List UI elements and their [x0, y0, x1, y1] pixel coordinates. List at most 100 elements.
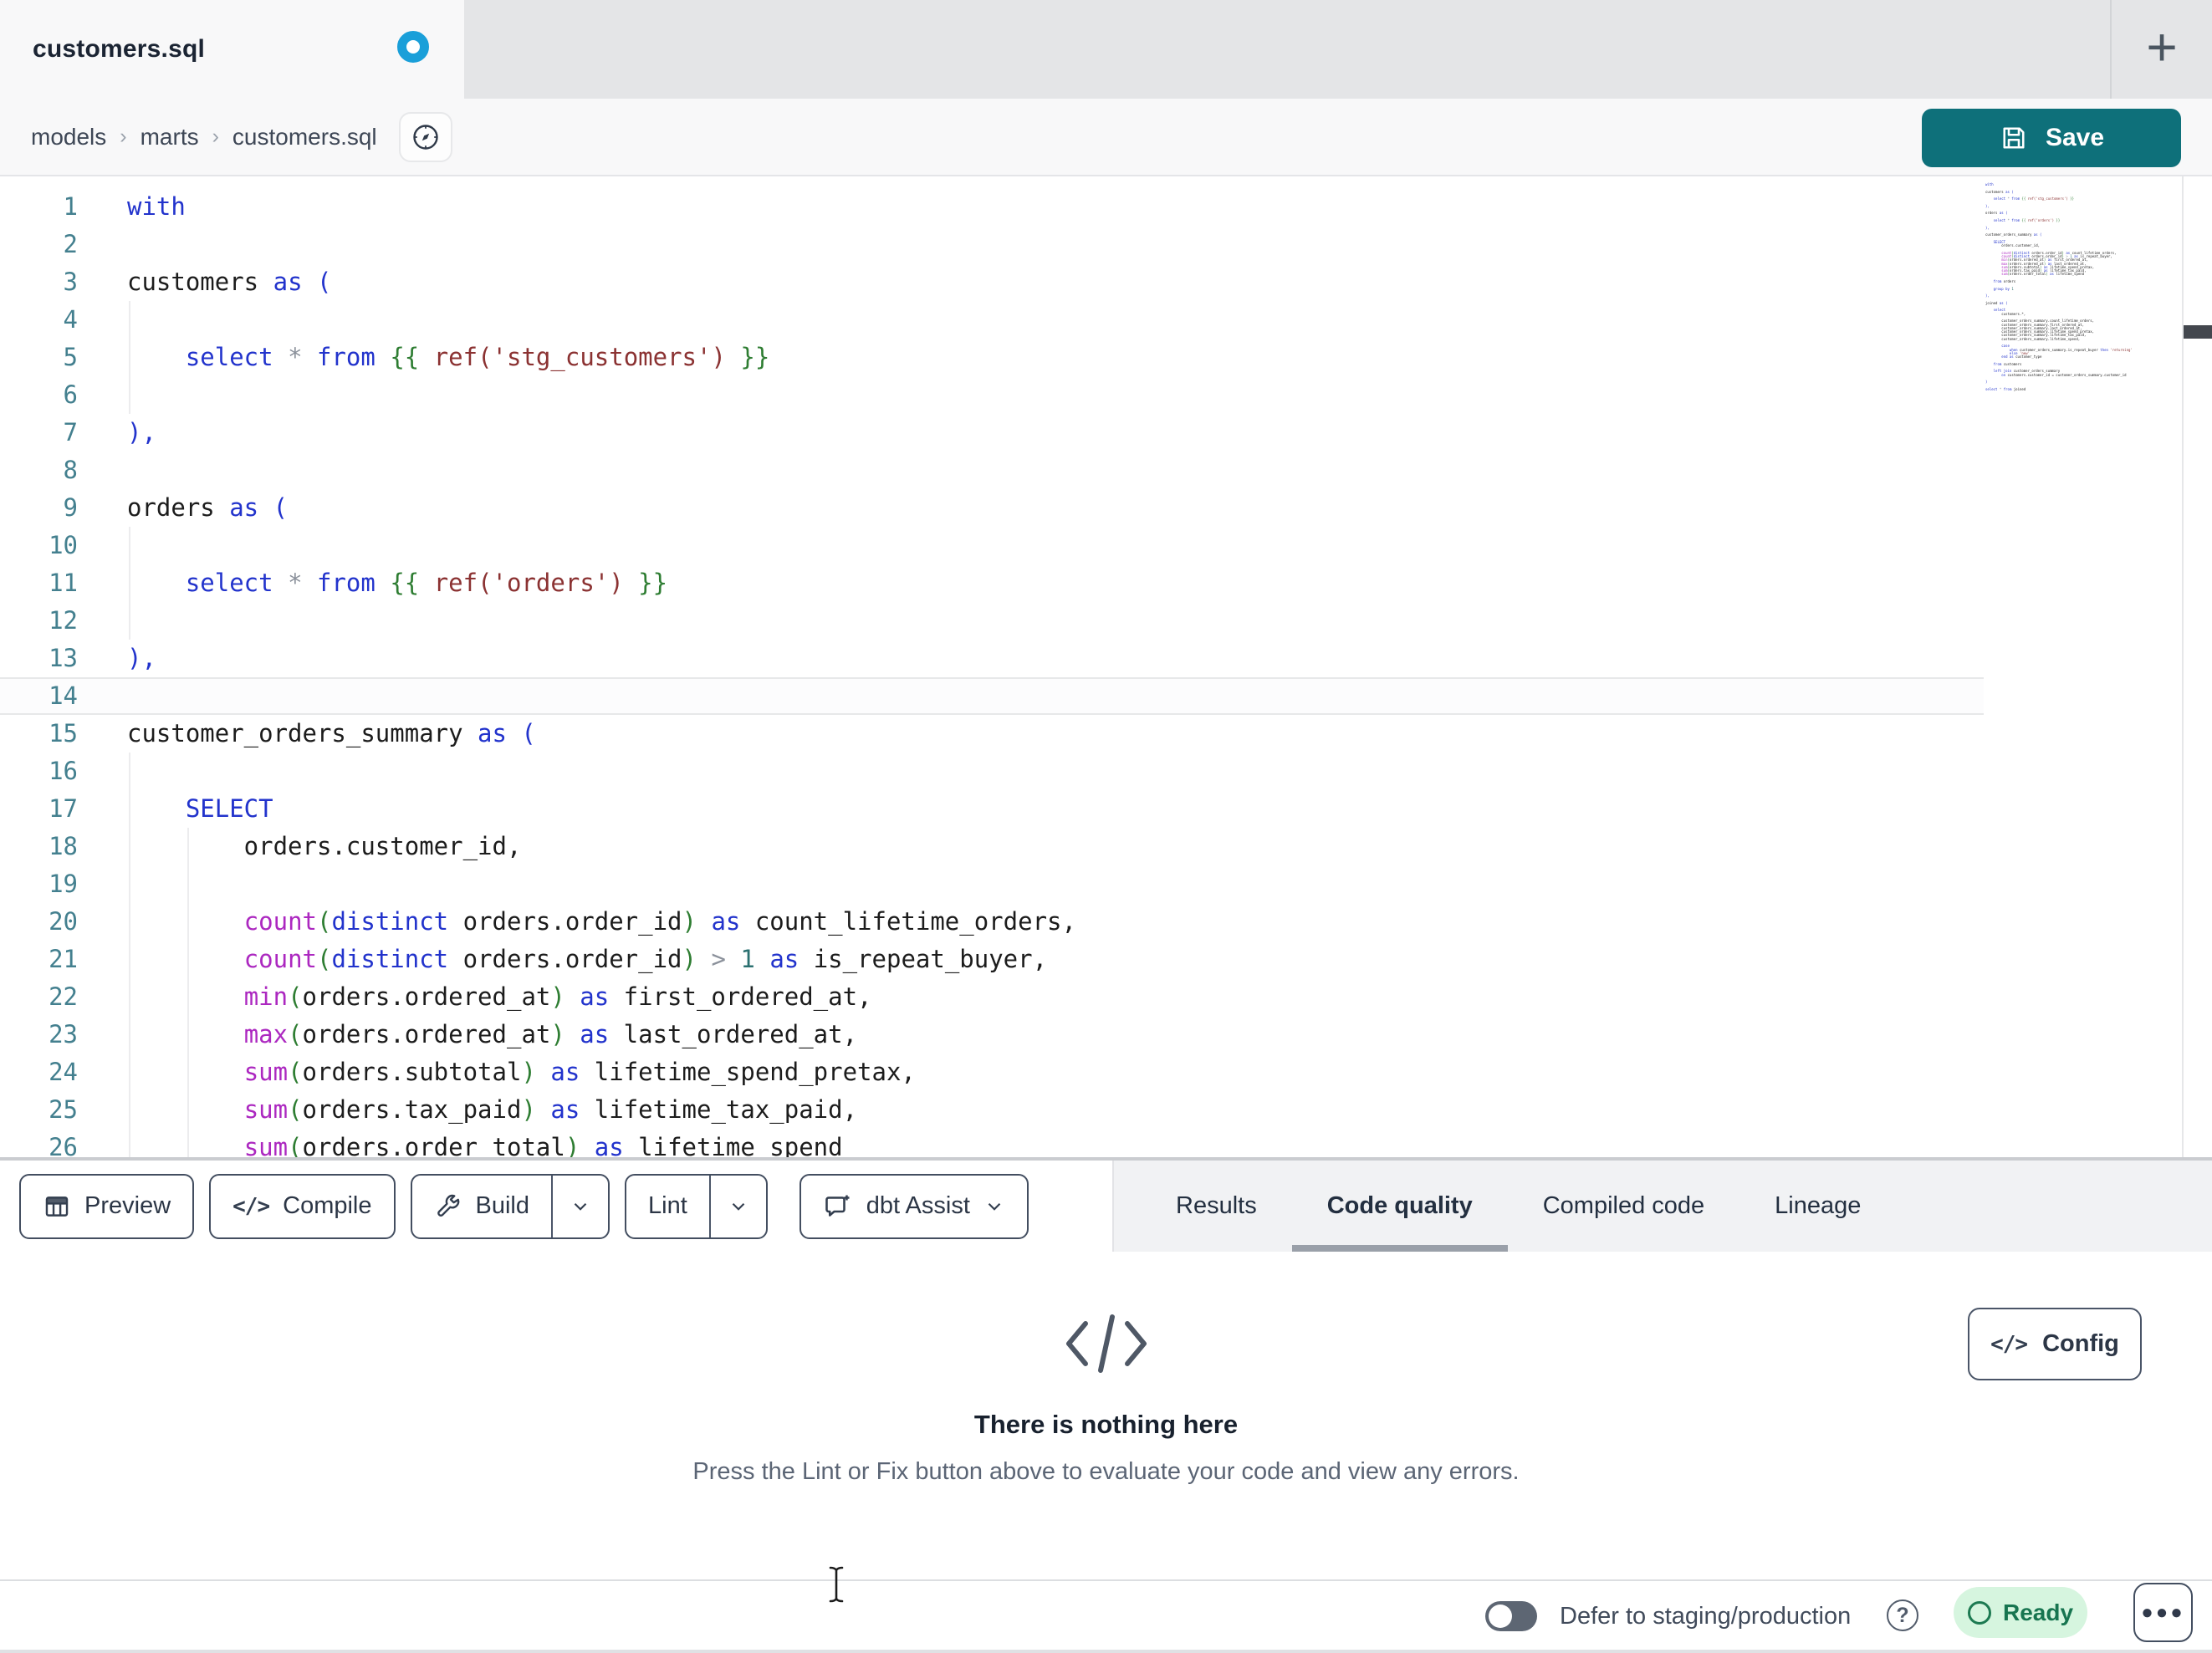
indent-guide [186, 978, 189, 1016]
empty-state: There is nothing here Press the Lint or … [0, 1252, 2212, 1486]
code-text: ), [127, 644, 156, 672]
code-line-6[interactable]: 6 [0, 376, 1984, 414]
overflow-menu-button[interactable]: ●●● [2133, 1583, 2193, 1642]
editor-scrollbar[interactable] [2182, 176, 2212, 1157]
code-text [96, 602, 1984, 640]
code-line-12[interactable]: 12 [0, 602, 1984, 640]
code-line-25[interactable]: 25 sum(orders.tax_paid) as lifetime_tax_… [0, 1091, 1984, 1129]
line-number: 13 [49, 644, 78, 672]
code-line-18[interactable]: 18 orders.customer_id, [0, 828, 1984, 865]
compile-button[interactable]: </> Compile [209, 1173, 396, 1239]
lint-button[interactable]: Lint [625, 1173, 768, 1239]
line-number: 20 [49, 907, 78, 936]
build-button[interactable]: Build [410, 1173, 610, 1239]
code-line-14[interactable]: 14 [0, 677, 1984, 715]
breadcrumb-separator: › [120, 125, 127, 148]
code-line-13[interactable]: 13), [0, 640, 1984, 677]
status-circle-icon [1967, 1600, 1991, 1625]
code-text: sum(orders.subtotal) as lifetime_spend_p… [96, 1054, 1984, 1091]
code-text: sum(orders.tax_paid) as lifetime_tax_pai… [96, 1091, 1984, 1129]
code-text [96, 527, 1984, 564]
code-line-24[interactable]: 24 sum(orders.subtotal) as lifetime_spen… [0, 1054, 1984, 1091]
dbt-assist-button[interactable]: dbt Assist [799, 1173, 1029, 1239]
code-text: sum(orders.order_total) as lifetime_spen… [96, 1129, 1984, 1157]
code-line-16[interactable]: 16 [0, 753, 1984, 790]
code-text: count(distinct orders.order_id) > 1 as i… [96, 941, 1984, 978]
line-number: 9 [63, 493, 78, 522]
config-button-label: Config [2042, 1330, 2119, 1357]
toggle-knob [1489, 1605, 1512, 1628]
line-number: 16 [49, 757, 78, 785]
help-icon[interactable]: ? [1887, 1599, 1918, 1631]
indent-guide [129, 1016, 130, 1054]
tab-code-quality[interactable]: Code quality [1291, 1161, 1508, 1252]
panel-tabs: Results Code quality Compiled code Linea… [1112, 1161, 2212, 1252]
code-line-11[interactable]: 11 select * from {{ ref('orders') }} [0, 564, 1984, 602]
preview-button-label: Preview [84, 1192, 171, 1219]
line-number: 23 [49, 1020, 78, 1048]
code-line-19[interactable]: 19 [0, 865, 1984, 903]
empty-state-subtitle: Press the Lint or Fix button above to ev… [692, 1458, 1520, 1485]
code-line-23[interactable]: 23 max(orders.ordered_at) as last_ordere… [0, 1016, 1984, 1054]
breadcrumb-row: models › marts › customers.sql Save [0, 99, 2212, 176]
tab-lineage[interactable]: Lineage [1739, 1161, 1896, 1252]
navigate-compass-button[interactable] [398, 111, 452, 162]
defer-toggle[interactable] [1485, 1601, 1537, 1631]
code-line-17[interactable]: 17 SELECT [0, 790, 1984, 828]
tab-compiled-code[interactable]: Compiled code [1508, 1161, 1739, 1252]
action-strip: Preview </> Compile Build Lint dbt Assis… [0, 1159, 2212, 1252]
code-editor[interactable]: 1 with 2 3 customers as (4 5 select * from {{… [0, 176, 2212, 1159]
scrollbar-thumb[interactable] [2184, 325, 2212, 339]
code-line-2[interactable]: 2 [0, 226, 1984, 263]
compile-button-label: Compile [283, 1192, 372, 1219]
code-line-10[interactable]: 10 [0, 527, 1984, 564]
code-text: orders as ( [127, 493, 289, 522]
line-number: 18 [49, 832, 78, 860]
code-line-22[interactable]: 22 min(orders.ordered_at) as first_order… [0, 978, 1984, 1016]
indent-guide [186, 941, 189, 978]
code-text: customers as ( [127, 268, 332, 296]
code-line-9[interactable]: 9 orders as ( [0, 489, 1984, 527]
config-button[interactable]: </> Config [1968, 1308, 2142, 1380]
code-icon: </> [232, 1193, 270, 1219]
breadcrumb-separator: › [212, 125, 219, 148]
code-lines[interactable]: 1 with 2 3 customers as (4 5 select * from {{… [0, 188, 1984, 1157]
indent-guide [129, 527, 130, 564]
indent-guide [129, 564, 130, 602]
line-number: 4 [63, 305, 78, 334]
code-text: customer_orders_summary as ( [127, 719, 536, 747]
code-line-26[interactable]: 26 sum(orders.order_total) as lifetime_s… [0, 1129, 1984, 1157]
indent-guide [186, 1054, 189, 1091]
indent-guide [129, 376, 130, 414]
breadcrumb-models[interactable]: models [31, 124, 106, 151]
breadcrumb-marts[interactable]: marts [140, 124, 199, 151]
code-line-21[interactable]: 21 count(distinct orders.order_id) > 1 a… [0, 941, 1984, 978]
line-number: 14 [49, 681, 78, 710]
code-line-7[interactable]: 7), [0, 414, 1984, 452]
line-number: 2 [63, 230, 78, 258]
preview-button[interactable]: Preview [19, 1173, 195, 1239]
save-floppy-icon [2003, 127, 2025, 149]
line-number: 5 [63, 343, 78, 371]
breadcrumb-file[interactable]: customers.sql [232, 124, 377, 151]
code-line-5[interactable]: 5 select * from {{ ref('stg_customers') … [0, 339, 1984, 376]
code-line-8[interactable]: 8 [0, 452, 1984, 489]
code-line-20[interactable]: 20 count(distinct orders.order_id) as co… [0, 903, 1984, 941]
code-line-1[interactable]: 1 with [0, 188, 1984, 226]
build-dropdown-toggle[interactable] [553, 1176, 608, 1237]
line-number: 21 [49, 945, 78, 973]
tab-bar: customers.sql + [0, 0, 2212, 99]
save-button[interactable]: Save [1922, 109, 2181, 167]
code-line-3[interactable]: 3 customers as ( [0, 263, 1984, 301]
tab-results[interactable]: Results [1141, 1161, 1292, 1252]
unsaved-indicator-icon [397, 31, 429, 63]
new-tab-button[interactable]: + [2146, 20, 2177, 74]
code-line-4[interactable]: 4 [0, 301, 1984, 339]
ready-status-badge: Ready [1954, 1587, 2087, 1638]
minimap[interactable]: with customers as ( select * from {{ ref… [1985, 176, 2181, 1157]
file-tab-title: customers.sql [33, 35, 206, 63]
lint-dropdown-toggle[interactable] [711, 1176, 766, 1237]
compass-icon [412, 124, 438, 150]
file-tab-customers-sql[interactable]: customers.sql [0, 0, 464, 99]
code-line-15[interactable]: 15 customer_orders_summary as ( [0, 715, 1984, 753]
